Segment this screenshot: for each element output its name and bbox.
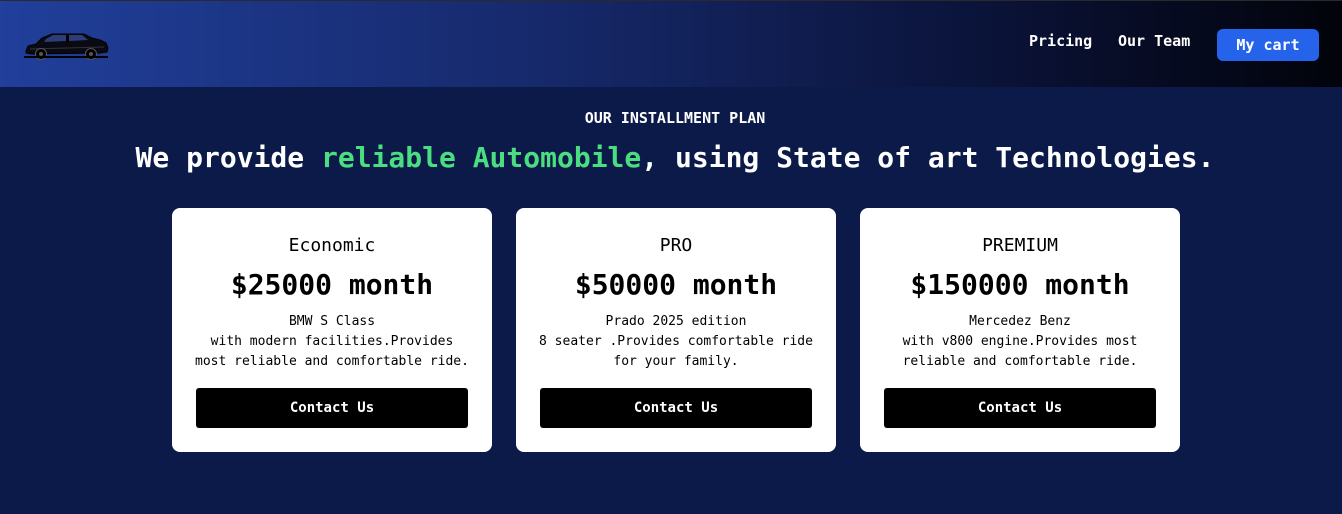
- plan-description-line: for your family.: [613, 354, 739, 369]
- navbar: Pricing Our Team My cart: [0, 0, 1342, 87]
- headline-highlight: reliable Automobile: [320, 141, 642, 174]
- plan-name: Economic: [288, 235, 376, 256]
- headline-text-after: , using State of art Technologies.: [641, 141, 1215, 174]
- contact-us-button[interactable]: Contact Us: [884, 388, 1156, 428]
- headline-text-before: We provide: [135, 141, 321, 174]
- plan-description-line: Mercedez Benz: [969, 314, 1071, 329]
- plan-price: $150000 month: [910, 268, 1130, 301]
- nav-link-our-team[interactable]: Our Team: [1118, 32, 1190, 50]
- plan-description-line: with v800 engine.Provides most: [902, 334, 1138, 349]
- plan-description-line: with modern facilities.Provides: [210, 334, 454, 349]
- plan-price: $25000 month: [230, 268, 434, 301]
- plan-price: $50000 month: [574, 268, 778, 301]
- plan-description-line: 8 seater .Provides comfortable ride: [539, 334, 813, 349]
- plan-description-line: BMW S Class: [288, 314, 376, 329]
- section-eyebrow: OUR INSTALLMENT PLAN: [584, 109, 766, 127]
- contact-us-button[interactable]: Contact Us: [196, 388, 468, 428]
- plan-description: Prado 2025 edition 8 seater .Provides co…: [516, 312, 836, 372]
- plan-description-line: most reliable and comfortable ride.: [195, 354, 469, 369]
- plan-name: PRO: [659, 235, 693, 256]
- plan-description-line: Prado 2025 edition: [605, 314, 747, 329]
- plan-name: PREMIUM: [982, 235, 1058, 256]
- plan-card-premium: PREMIUM $150000 month Mercedez Benz with…: [860, 208, 1180, 452]
- plan-description: Mercedez Benz with v800 engine.Provides …: [860, 312, 1180, 372]
- vintage-car-icon[interactable]: [22, 29, 110, 61]
- nav-link-pricing[interactable]: Pricing: [1029, 32, 1092, 50]
- page-headline: We provide reliable Automobile, using St…: [0, 141, 1342, 174]
- plan-description: BMW S Class with modern facilities.Provi…: [172, 312, 492, 372]
- plan-card-pro: PRO $50000 month Prado 2025 edition 8 se…: [516, 208, 836, 452]
- plan-card-economic: Economic $25000 month BMW S Class with m…: [172, 208, 492, 452]
- contact-us-button[interactable]: Contact Us: [540, 388, 812, 428]
- my-cart-button[interactable]: My cart: [1217, 29, 1319, 61]
- plan-description-line: reliable and comfortable ride.: [902, 354, 1138, 369]
